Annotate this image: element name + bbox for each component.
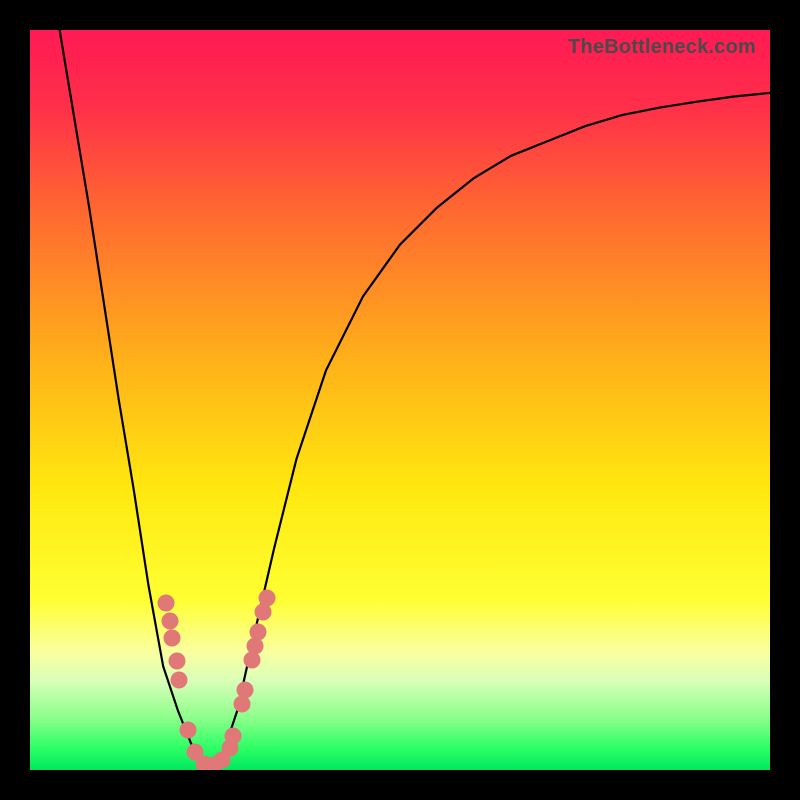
sample-dot <box>158 595 175 612</box>
plot-area: TheBottleneck.com <box>30 30 770 770</box>
sample-dot <box>164 630 181 647</box>
sample-dot <box>250 624 267 641</box>
curve-layer <box>30 30 770 770</box>
sample-dot <box>244 652 261 669</box>
sample-dot <box>180 722 197 739</box>
sample-dot <box>162 613 179 630</box>
sample-dot <box>234 696 251 713</box>
sample-dot <box>237 682 254 699</box>
sample-dots <box>158 590 276 771</box>
sample-dot <box>225 728 242 745</box>
sample-dot <box>169 653 186 670</box>
bottleneck-curve <box>60 30 770 770</box>
watermark-text: TheBottleneck.com <box>568 36 756 59</box>
chart-frame: TheBottleneck.com <box>0 0 800 800</box>
sample-dot <box>259 590 276 607</box>
sample-dot <box>247 638 264 655</box>
sample-dot <box>171 672 188 689</box>
